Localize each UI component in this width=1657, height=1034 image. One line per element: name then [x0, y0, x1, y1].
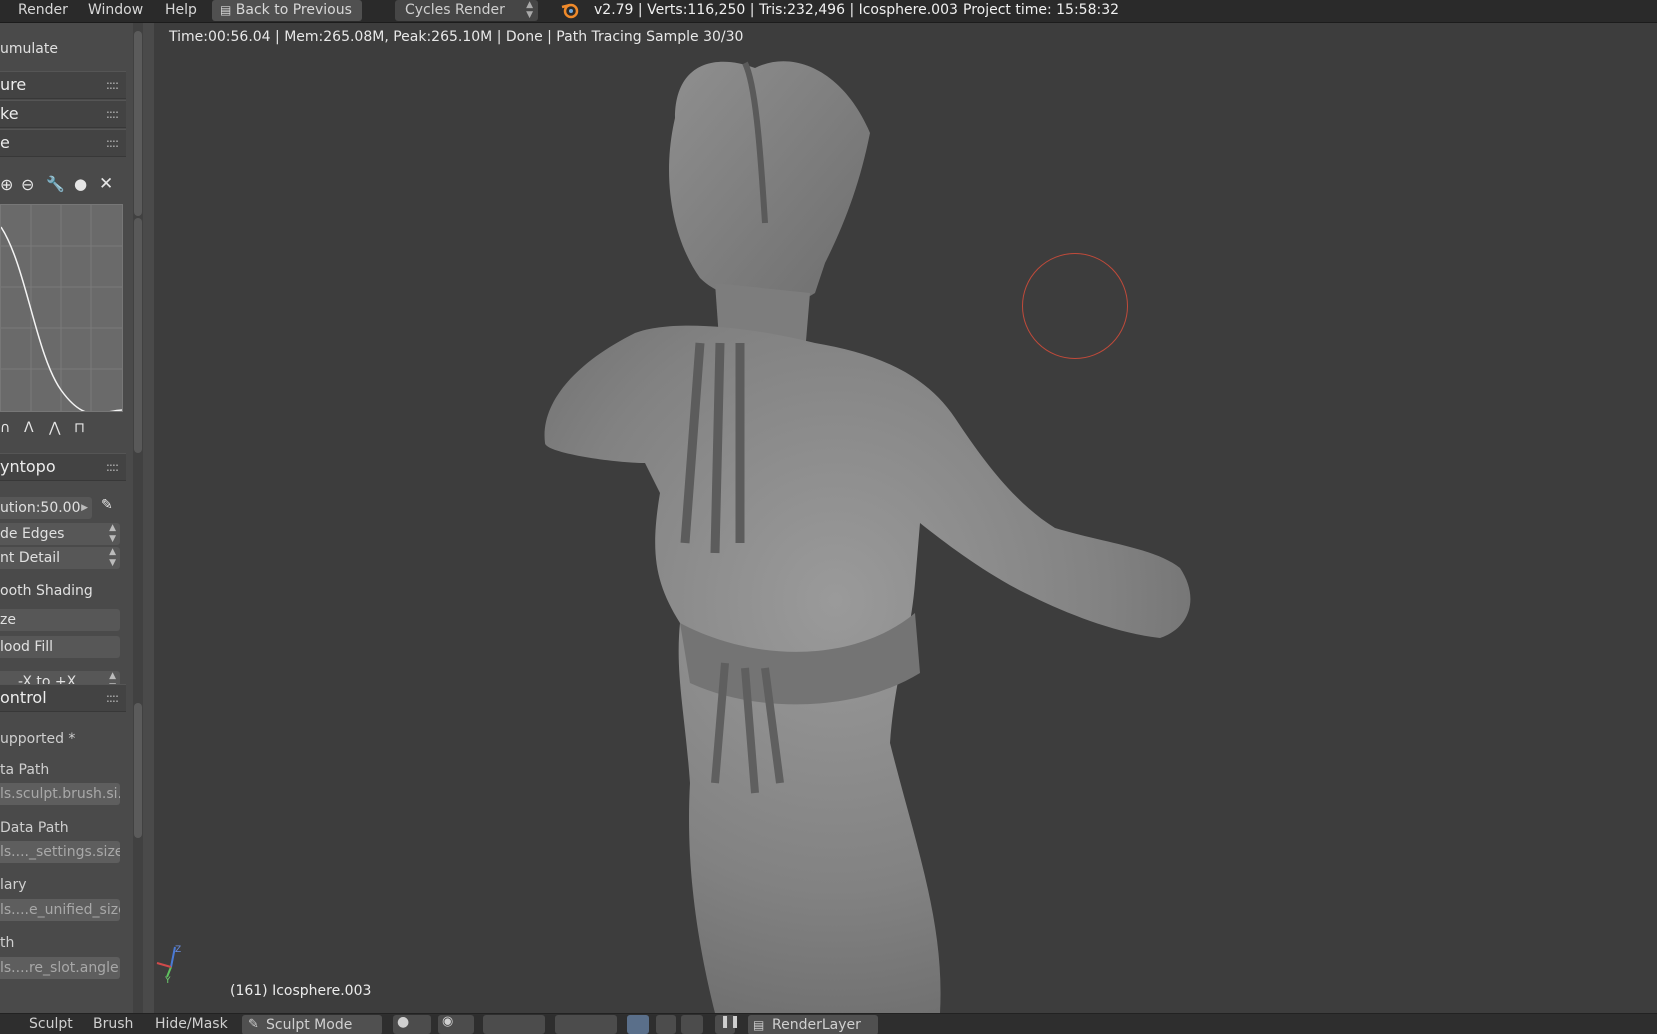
tool-shelf: umulate ure :::: ke :::: e :::: ⊕ ⊖ 🔧 ● …	[0, 23, 154, 1013]
panel-header-stroke[interactable]: ke ::::	[0, 100, 126, 128]
drag-grip-icon[interactable]: ::::	[106, 685, 119, 711]
shelf-scrollbar[interactable]	[133, 23, 143, 1013]
arrow-right-icon: ▶	[81, 503, 88, 513]
dot-icon[interactable]: ●	[74, 175, 87, 193]
back-to-previous-button[interactable]: ▤ Back to Previous	[212, 0, 362, 21]
data-path-label: ta Path	[0, 762, 50, 778]
layer-buttons-1[interactable]	[483, 1015, 545, 1034]
updown-arrows-icon: ▲▼	[109, 523, 116, 544]
scene-stats: v2.79 | Verts:116,250 | Tris:232,496 | I…	[594, 2, 958, 18]
curve-presets: ∩ Λ ⋀ ⊓	[0, 420, 126, 438]
menu-brush[interactable]: Brush	[93, 1016, 133, 1032]
panel-header-curve[interactable]: e ::::	[0, 129, 126, 157]
render-engine-dropdown[interactable]: Cycles Render ▲ ▼	[395, 0, 538, 21]
render-layer-icon: ▤	[753, 1018, 765, 1032]
sphere-icon: ●	[397, 1014, 410, 1030]
menu-sculpt[interactable]: Sculpt	[29, 1016, 73, 1032]
pivot-icon: ◉	[442, 1014, 454, 1029]
brush-icon: ✎	[248, 1017, 259, 1032]
active-object-label: (161) Icosphere.003	[230, 983, 372, 999]
sculpt-model	[544, 61, 1191, 1013]
drag-grip-icon[interactable]: ::::	[106, 130, 119, 156]
pivot-dropdown[interactable]: ◉	[438, 1014, 474, 1034]
curve-preset-sharp-icon[interactable]: Λ	[24, 420, 34, 436]
data-path2-field[interactable]: ls...._settings.size	[0, 841, 120, 863]
zoom-out-icon[interactable]: ⊖	[21, 175, 34, 194]
secondary-path-field[interactable]: ls....e_unified_size	[0, 899, 120, 921]
pause-icon[interactable]: ❚❚	[715, 1014, 740, 1034]
updown-arrows-icon: ▲▼	[109, 547, 116, 568]
path-field[interactable]: ls....re_slot.angle	[0, 957, 120, 979]
lock-camera-icon[interactable]	[627, 1015, 649, 1034]
menu-help[interactable]: Help	[165, 2, 197, 18]
axis-y-label: Y	[164, 976, 171, 983]
render-animation-icon[interactable]	[681, 1015, 703, 1034]
curve-toolbar: ⊕ ⊖ 🔧 ● ✕	[0, 174, 126, 197]
axis-gizmo: Z Y	[155, 943, 195, 986]
data-path2-label: Data Path	[0, 820, 69, 836]
detail-flood-fill-button[interactable]: lood Fill	[0, 636, 120, 658]
curve-preset-smooth-icon[interactable]: ∩	[0, 420, 10, 436]
brush-cursor-circle	[1022, 253, 1128, 359]
3d-viewport[interactable]: Time:00:56.04 | Mem:265.08M, Peak:265.10…	[155, 23, 1657, 1013]
viewport-header: Sculpt Brush Hide/Mask ✎ Sculpt Mode ● ◉…	[0, 1013, 1657, 1034]
drag-grip-icon[interactable]: ::::	[106, 454, 119, 480]
secondary-path-label: lary	[0, 877, 27, 893]
wrench-icon[interactable]: 🔧	[46, 175, 65, 193]
layer-buttons-2[interactable]	[555, 1015, 617, 1034]
panel-header-wm-control[interactable]: ontrol ::::	[0, 684, 126, 712]
optimize-button[interactable]: ze	[0, 609, 120, 631]
detail-mode-dropdown[interactable]: nt Detail ▲ ▼	[0, 547, 120, 569]
curve-graph	[0, 205, 123, 415]
menu-window[interactable]: Window	[88, 2, 143, 18]
menu-hide-mask[interactable]: Hide/Mask	[155, 1016, 228, 1032]
menu-render[interactable]: Render	[18, 2, 68, 18]
zoom-in-icon[interactable]: ⊕	[0, 175, 13, 194]
close-icon[interactable]: ✕	[99, 174, 113, 194]
updown-arrows-icon: ▲▼	[526, 0, 533, 20]
unsupported-label: upported *	[0, 731, 76, 747]
mode-selector-dropdown[interactable]: ✎ Sculpt Mode	[242, 1015, 382, 1034]
path-label: th	[0, 935, 15, 951]
axis-z-label: Z	[175, 945, 181, 955]
viewport-shading-dropdown[interactable]: ●	[393, 1014, 431, 1034]
project-time: Project time: 15:58:32	[963, 2, 1120, 18]
panel-header-texture[interactable]: ure ::::	[0, 71, 126, 99]
drag-grip-icon[interactable]: ::::	[106, 72, 119, 98]
curve-preset-max-icon[interactable]: ⊓	[74, 420, 85, 436]
scroll-thumb[interactable]	[134, 31, 142, 216]
falloff-curve-widget[interactable]	[0, 204, 123, 415]
eyedropper-icon[interactable]: ✎	[101, 497, 113, 513]
scroll-thumb-upper[interactable]	[134, 218, 142, 453]
scroll-thumb-lower[interactable]	[134, 703, 142, 838]
blender-logo-icon	[560, 1, 580, 19]
smooth-shading-checkbox-label[interactable]: ooth Shading	[0, 583, 93, 599]
drag-grip-icon[interactable]: ::::	[106, 101, 119, 127]
top-info-bar: Render Window Help ▤ Back to Previous Cy…	[0, 0, 1657, 23]
render-icon[interactable]	[656, 1015, 676, 1034]
detail-size-field[interactable]: ution:50.00 ▶	[0, 497, 92, 519]
subdivide-edges-dropdown[interactable]: de Edges ▲ ▼	[0, 523, 120, 545]
curve-preset-root-icon[interactable]: ⋀	[49, 420, 60, 436]
back-icon: ▤	[220, 3, 232, 17]
panel-header-dyntopo[interactable]: yntopo ::::	[0, 453, 126, 481]
data-path-field[interactable]: ls.sculpt.brush.si...	[0, 783, 120, 805]
render-layer-dropdown[interactable]: ▤ RenderLayer	[748, 1015, 878, 1034]
accumulate-checkbox-label[interactable]: umulate	[0, 41, 58, 57]
